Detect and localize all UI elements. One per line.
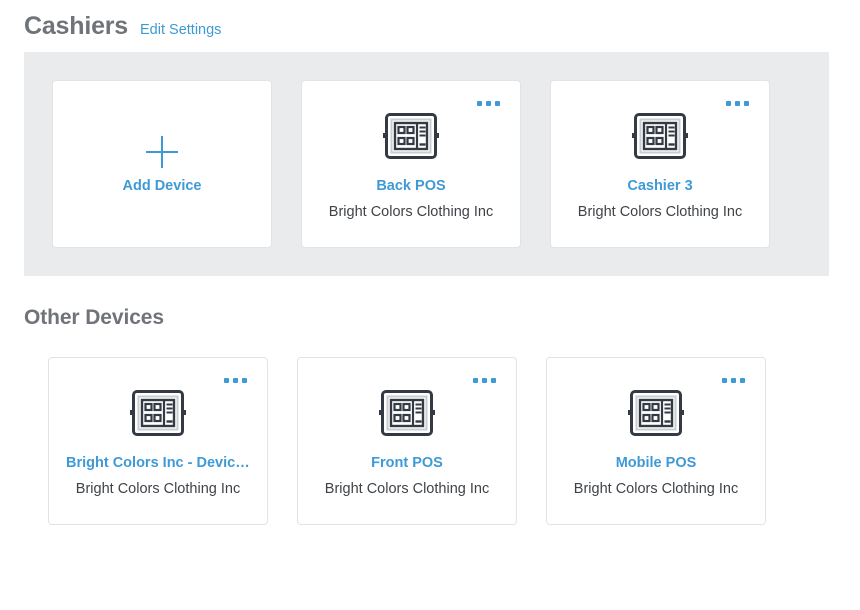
pos-terminal-icon [130,389,186,437]
device-card-subtitle: Bright Colors Clothing Inc [76,481,240,498]
pos-terminal-icon [628,389,684,437]
kebab-dot [482,378,487,383]
cashiers-panel: Add Device [24,52,829,276]
pos-terminal-icon [383,112,439,160]
kebab-dot [495,101,500,106]
cashier-device-card[interactable]: Back POS Bright Colors Clothing Inc [301,80,521,248]
kebab-dot [731,378,736,383]
device-card-title: Back POS [376,178,445,195]
other-device-card[interactable]: Front POS Bright Colors Clothing Inc [297,357,517,525]
page-title: Cashiers [24,0,128,52]
other-devices-card-row: Bright Colors Inc - Device 1 Bright Colo… [0,330,860,525]
device-card-title: Front POS [371,455,443,472]
kebab-dot [473,378,478,383]
device-card-subtitle: Bright Colors Clothing Inc [574,481,738,498]
add-device-card[interactable]: Add Device [52,80,272,248]
other-devices-heading: Other Devices [0,276,860,330]
other-device-card[interactable]: Mobile POS Bright Colors Clothing Inc [546,357,766,525]
other-device-card[interactable]: Bright Colors Inc - Device 1 Bright Colo… [48,357,268,525]
plus-icon [144,134,180,170]
device-card-subtitle: Bright Colors Clothing Inc [578,204,742,221]
kebab-dot [740,378,745,383]
kebab-menu-icon[interactable] [220,374,251,387]
device-card-subtitle: Bright Colors Clothing Inc [329,204,493,221]
kebab-menu-icon[interactable] [469,374,500,387]
kebab-dot [233,378,238,383]
kebab-menu-icon[interactable] [722,97,753,110]
cashier-device-card[interactable]: Cashier 3 Bright Colors Clothing Inc [550,80,770,248]
kebab-dot [735,101,740,106]
device-card-title: Mobile POS [616,455,697,472]
pos-terminal-icon [379,389,435,437]
cashiers-page: Cashiers Edit Settings Add Device [0,0,860,610]
kebab-menu-icon[interactable] [473,97,504,110]
kebab-dot [477,101,482,106]
device-card-title: Cashier 3 [627,178,692,195]
kebab-dot [744,101,749,106]
cashiers-card-row: Add Device [24,80,829,248]
device-card-subtitle: Bright Colors Clothing Inc [325,481,489,498]
kebab-dot [491,378,496,383]
kebab-dot [242,378,247,383]
kebab-dot [486,101,491,106]
page-header: Cashiers Edit Settings [0,0,860,52]
kebab-dot [726,101,731,106]
device-card-title: Bright Colors Inc - Device 1 [66,455,250,472]
edit-settings-link[interactable]: Edit Settings [140,22,221,38]
kebab-dot [722,378,727,383]
kebab-menu-icon[interactable] [718,374,749,387]
add-device-label: Add Device [123,178,202,195]
kebab-dot [224,378,229,383]
pos-terminal-icon [632,112,688,160]
